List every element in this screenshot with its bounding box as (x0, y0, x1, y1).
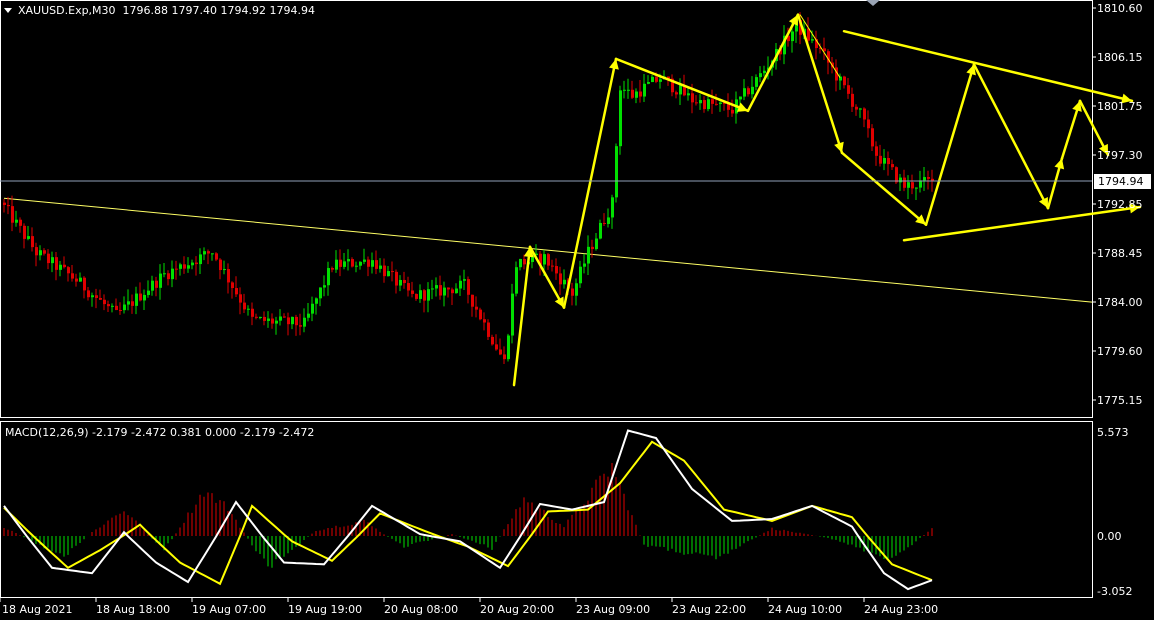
macd-indicator-label: MACD(12,26,9) -2.179 -2.472 0.381 0.000 … (5, 426, 314, 439)
candle (619, 85, 622, 155)
time-label: 24 Aug 10:00 (768, 603, 842, 616)
symbol-info: XAUUSD.Exp,M30 1796.88 1797.40 1794.92 1… (18, 4, 315, 17)
price-label: 1810.60 (1097, 2, 1143, 15)
candle (615, 143, 618, 203)
time-label: 24 Aug 23:00 (864, 603, 938, 616)
price-label: 1788.45 (1097, 247, 1143, 260)
time-label: 18 Aug 18:00 (96, 603, 170, 616)
time-label: 20 Aug 08:00 (384, 603, 458, 616)
time-label: 19 Aug 19:00 (288, 603, 362, 616)
macd-axis-label: -3.052 (1097, 585, 1132, 598)
price-label: 1797.30 (1097, 149, 1143, 162)
time-label: 18 Aug 2021 (2, 603, 72, 616)
price-label: 1779.60 (1097, 345, 1143, 358)
time-label: 23 Aug 22:00 (672, 603, 746, 616)
price-label: 1784.00 (1097, 296, 1143, 309)
current-price-tag: 1794.94 (1094, 174, 1151, 189)
macd-axis-label: 0.00 (1097, 530, 1122, 543)
current-price-value: 1794.94 (1098, 175, 1144, 188)
time-label: 23 Aug 09:00 (576, 603, 650, 616)
price-label: 1801.75 (1097, 100, 1143, 113)
macd-axis-label: 5.573 (1097, 426, 1129, 439)
price-label: 1806.15 (1097, 51, 1143, 64)
price-axis: 1810.60 1806.15 1801.75 1797.30 1792.85 … (1097, 2, 1143, 407)
candle (507, 333, 510, 362)
trading-chart[interactable]: 1810.60 1806.15 1801.75 1797.30 1792.85 … (0, 0, 1154, 620)
price-label: 1792.85 (1097, 198, 1143, 211)
time-label: 20 Aug 20:00 (480, 603, 554, 616)
candle (479, 307, 482, 321)
time-label: 19 Aug 07:00 (192, 603, 266, 616)
price-label: 1775.15 (1097, 394, 1143, 407)
